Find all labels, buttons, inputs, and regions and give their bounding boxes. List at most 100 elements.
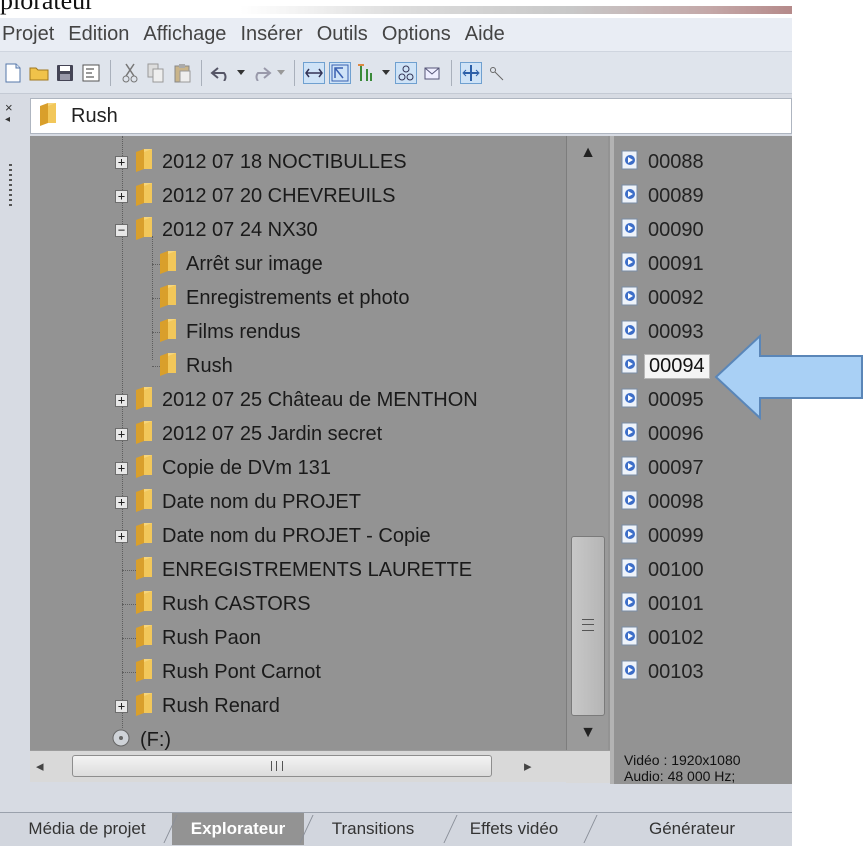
disc-drive-icon	[110, 728, 132, 751]
file-item[interactable]: 00100	[620, 556, 704, 584]
properties-icon[interactable]	[80, 62, 102, 84]
expand-icon[interactable]: +	[115, 189, 128, 203]
paste-icon[interactable]	[171, 62, 193, 84]
file-item[interactable]: 00092	[620, 284, 704, 312]
menu-affichage[interactable]: Affichage	[137, 23, 234, 46]
menu-options[interactable]: Options	[376, 23, 459, 46]
redo-icon[interactable]	[250, 62, 272, 84]
scroll-left-icon[interactable]: ◂	[36, 757, 44, 775]
menu-inserer[interactable]: Insérer	[234, 23, 310, 46]
expand-icon[interactable]: +	[115, 461, 128, 475]
file-item[interactable]: 00091	[620, 250, 704, 278]
tree-item[interactable]: Rush Pont Carnot	[115, 655, 321, 689]
file-item[interactable]: 00089	[620, 182, 704, 210]
menu-aide[interactable]: Aide	[459, 23, 513, 46]
expand-icon[interactable]: +	[115, 155, 128, 169]
folder-icon	[134, 556, 154, 585]
file-item[interactable]: 00094	[620, 352, 710, 380]
dock-grip-icon[interactable]	[9, 164, 12, 208]
scrollbar-thumb[interactable]	[571, 536, 605, 716]
scroll-right-icon[interactable]: ▸	[524, 757, 532, 775]
select-tool-icon[interactable]	[329, 61, 351, 84]
file-item[interactable]: 00090	[620, 216, 704, 244]
menu-projet[interactable]: Projet	[0, 23, 62, 46]
tree-item[interactable]: ENREGISTREMENTS LAURETTE	[115, 553, 472, 587]
group-icon[interactable]	[395, 61, 417, 84]
tree-item[interactable]: + Rush Renard	[115, 689, 280, 723]
tree-item[interactable]: + Copie de DVm 131	[115, 451, 331, 485]
menu-edition[interactable]: Edition	[62, 23, 137, 46]
cut-icon[interactable]	[119, 62, 141, 84]
tree-item-drive[interactable]: (F:)	[110, 723, 171, 750]
folder-icon	[134, 386, 154, 415]
tree-item[interactable]: Enregistrements et photo	[158, 281, 409, 315]
tree-item-label: Enregistrements et photo	[186, 286, 410, 309]
video-file-icon	[620, 388, 640, 413]
undo-icon[interactable]	[210, 62, 232, 84]
tree-item[interactable]: Rush	[158, 349, 233, 383]
path-bar[interactable]: Rush	[30, 98, 792, 134]
menu-outils[interactable]: Outils	[311, 23, 376, 46]
snap-icon[interactable]	[355, 62, 377, 84]
close-icon[interactable]: ×	[5, 100, 13, 115]
video-file-icon	[620, 626, 640, 651]
save-icon[interactable]	[54, 62, 76, 84]
tree-item[interactable]: Rush Paon	[115, 621, 261, 655]
folder-icon	[134, 216, 154, 245]
video-file-icon	[620, 184, 640, 209]
tab-0[interactable]: Média de projet	[12, 813, 162, 845]
tree-item[interactable]: + Date nom du PROJET - Copie	[115, 519, 431, 553]
file-name: 00096	[648, 422, 704, 445]
pin-arrow-icon[interactable]: ◂	[5, 114, 10, 125]
toolbar-separator	[201, 59, 202, 86]
expand-icon[interactable]: +	[115, 393, 128, 407]
file-item[interactable]: 00099	[620, 522, 704, 550]
tree-horizontal-scrollbar[interactable]: ◂ ▸	[30, 750, 610, 783]
tree-item[interactable]: +2012 07 20 CHEVREUILS	[115, 179, 395, 213]
tree-item[interactable]: − 2012 07 24 NX30	[115, 213, 318, 247]
scroll-up-icon[interactable]: ▲	[567, 144, 609, 176]
split-tool-icon[interactable]	[460, 61, 482, 84]
lock-envelope-icon[interactable]	[421, 62, 443, 84]
horizontal-scrollbar-thumb[interactable]	[72, 755, 492, 777]
tab-1[interactable]: Explorateur	[172, 813, 304, 845]
folder-icon	[134, 522, 154, 551]
tree-item[interactable]: Rush CASTORS	[115, 587, 311, 621]
file-item[interactable]: 00101	[620, 590, 704, 618]
file-item[interactable]: 00103	[620, 658, 704, 686]
undo-dropdown-icon[interactable]	[236, 62, 246, 84]
file-item[interactable]: 00097	[620, 454, 704, 482]
file-item[interactable]: 00095	[620, 386, 704, 414]
expand-icon[interactable]: +	[115, 699, 128, 713]
auto-ripple-icon[interactable]	[303, 61, 325, 84]
file-item[interactable]: 00098	[620, 488, 704, 516]
file-item[interactable]: 00093	[620, 318, 704, 346]
redo-dropdown-icon[interactable]	[276, 62, 286, 84]
collapse-icon[interactable]: −	[115, 223, 128, 237]
tree-item[interactable]: +2012 07 18 NOCTIBULLES	[115, 145, 407, 179]
expand-icon[interactable]: +	[115, 529, 128, 543]
toolbar-separator	[294, 59, 295, 86]
expand-icon[interactable]: +	[115, 495, 128, 509]
open-icon[interactable]	[28, 62, 50, 84]
tab-4[interactable]: Générateur	[592, 813, 792, 845]
new-icon[interactable]	[2, 62, 24, 84]
file-item[interactable]: 00102	[620, 624, 704, 652]
expand-icon[interactable]: +	[115, 427, 128, 441]
tab-2[interactable]: Transitions	[308, 813, 438, 845]
snap-dropdown-icon[interactable]	[381, 62, 391, 84]
file-item[interactable]: 00096	[620, 420, 704, 448]
file-name: 00098	[648, 490, 704, 513]
tree-item[interactable]: + Date nom du PROJET	[115, 485, 361, 519]
file-item[interactable]: 00088	[620, 148, 704, 176]
tab-3[interactable]: Effets vidéo	[452, 813, 576, 845]
envelope-tool-icon[interactable]	[486, 62, 508, 84]
folder-icon	[37, 102, 59, 131]
copy-icon[interactable]	[145, 62, 167, 84]
tree-item[interactable]: Films rendus	[158, 315, 300, 349]
tree-item[interactable]: +2012 07 25 Château de MENTHON	[115, 383, 478, 417]
tree-item[interactable]: +2012 07 25 Jardin secret	[115, 417, 382, 451]
folder-icon	[134, 624, 154, 653]
tree-item[interactable]: Arrêt sur image	[158, 247, 323, 281]
tree-vertical-scrollbar[interactable]: ▲ ▼	[566, 136, 608, 750]
